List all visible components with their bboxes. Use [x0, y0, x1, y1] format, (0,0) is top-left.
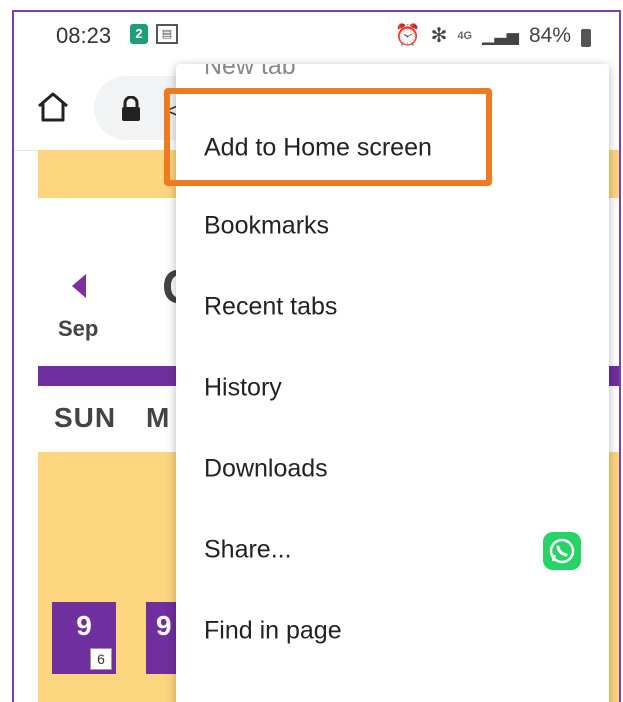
highlight-box: [164, 88, 492, 186]
menu-item-downloads[interactable]: Downloads: [176, 429, 609, 509]
network-icon: 4G: [457, 29, 473, 42]
prev-month-arrow-icon[interactable]: [72, 274, 86, 298]
menu-item-label: History: [204, 373, 282, 402]
app-notification-icon: ▤: [156, 24, 178, 44]
phone-screen: 08:23 2 ▤ ⏰ ✻ 4G ▁▃▅ 84% < Sep C SUN M 9…: [12, 10, 621, 702]
menu-item-bookmarks[interactable]: Bookmarks: [176, 186, 609, 266]
status-time: 08:23: [56, 23, 112, 48]
date-badge: 6: [90, 648, 112, 670]
menu-item-label: Share...: [204, 535, 292, 564]
menu-item-label: New tab: [204, 64, 296, 80]
date-number: 9: [156, 610, 172, 641]
battery-icon: [581, 28, 591, 47]
bluetooth-icon: ✻: [430, 25, 448, 47]
menu-item-recent-tabs[interactable]: Recent tabs: [176, 267, 609, 347]
date-number: 9: [76, 610, 92, 641]
menu-item-label: Recent tabs: [204, 292, 338, 321]
menu-item-new-tab[interactable]: New tab: [176, 64, 609, 90]
alarm-icon: ⏰: [394, 23, 421, 47]
home-icon[interactable]: [36, 92, 70, 122]
date-cell[interactable]: 9 6: [52, 602, 116, 674]
battery-level: 84%: [528, 23, 571, 47]
menu-item-label: Downloads: [204, 454, 328, 483]
menu-item-label: Find in page: [204, 616, 342, 645]
menu-item-share[interactable]: Share...: [176, 510, 609, 590]
menu-item-find-in-page[interactable]: Find in page: [176, 591, 609, 671]
menu-item-history[interactable]: History: [176, 348, 609, 428]
whatsapp-icon[interactable]: [543, 532, 581, 570]
weekday-mon: M: [146, 402, 170, 433]
signal-icon: ▁▃▅: [482, 27, 519, 45]
weekday-sun: SUN: [54, 402, 117, 433]
calendar-notification-icon: 2: [130, 24, 148, 44]
lock-icon: [122, 96, 140, 121]
status-bar: 08:23 2 ▤ ⏰ ✻ 4G ▁▃▅ 84%: [14, 12, 619, 58]
status-icons: ⏰ ✻ 4G ▁▃▅ 84%: [394, 23, 591, 48]
menu-item-label: Bookmarks: [204, 211, 330, 240]
prev-month-label[interactable]: Sep: [58, 316, 98, 342]
